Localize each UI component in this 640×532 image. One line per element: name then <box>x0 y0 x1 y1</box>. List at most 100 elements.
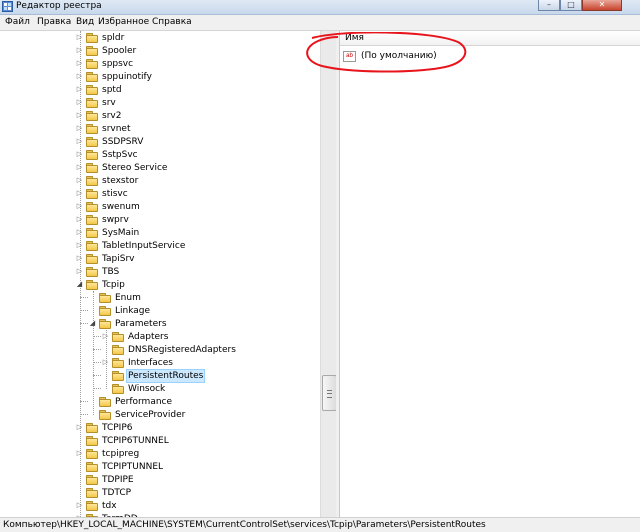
tree-item[interactable]: ▷ TBS <box>76 265 121 278</box>
close-button[interactable]: ✕ <box>582 0 622 11</box>
tree-item[interactable]: Enum <box>89 291 143 304</box>
tree-item[interactable]: ▷ SSDPSRV <box>76 135 145 148</box>
menu-edit[interactable]: Правка <box>37 17 71 27</box>
expand-arrow-icon[interactable]: ▷ <box>76 202 83 211</box>
tree-item-label: stexstor <box>102 175 139 186</box>
tree-item[interactable]: ▷ srv <box>76 96 118 109</box>
tree-item[interactable]: TDTCP <box>76 486 133 499</box>
tree-item[interactable]: ▷ swenum <box>76 200 142 213</box>
column-header-name[interactable]: Имя <box>340 31 640 46</box>
tree-item[interactable]: ▷ spldr <box>76 31 126 44</box>
tree-item[interactable]: ▷ stisvc <box>76 187 130 200</box>
tree-item[interactable]: ▷ Adapters <box>102 330 170 343</box>
tree-item[interactable]: ◢ Tcpip <box>76 278 127 291</box>
collapse-arrow-icon[interactable]: ◢ <box>89 319 96 328</box>
tree-item[interactable]: ◢ Parameters <box>89 317 169 330</box>
tree-item-label: tdx <box>102 500 117 511</box>
tree-item[interactable]: ▷ TapiSrv <box>76 252 136 265</box>
registry-key-tree[interactable]: ▷ spldr ▷ Spooler ▷ sppsvc ▷ sppuinotify ▷ sptd ▷ s… <box>0 31 320 517</box>
tree-item[interactable]: ▷ srvnet <box>76 122 133 135</box>
registry-editor-icon <box>2 1 13 12</box>
column-header-label: Имя <box>345 33 364 43</box>
tree-item[interactable]: ▷ sptd <box>76 83 124 96</box>
expand-arrow-icon[interactable]: ▷ <box>76 150 83 159</box>
tree-item[interactable]: Linkage <box>89 304 152 317</box>
window-controls: – □ ✕ <box>538 0 622 11</box>
expand-arrow-icon[interactable]: ▷ <box>76 423 83 432</box>
tree-item[interactable]: ▷ Stereo Service <box>76 161 169 174</box>
tree-item[interactable]: TCPIP6TUNNEL <box>76 434 171 447</box>
tree-item-label: srvnet <box>102 123 131 134</box>
menu-file[interactable]: Файл <box>5 17 30 27</box>
tree-connector-line <box>80 310 88 311</box>
expand-arrow-icon[interactable]: ▷ <box>76 449 83 458</box>
expand-arrow-icon[interactable]: ▷ <box>76 137 83 146</box>
tree-connector-line <box>80 323 88 324</box>
tree-item[interactable]: ▷ SstpSvc <box>76 148 140 161</box>
expand-arrow-icon[interactable]: ▷ <box>76 228 83 237</box>
expand-arrow-icon[interactable]: ▷ <box>76 241 83 250</box>
tree-item[interactable]: ▷ Spooler <box>76 44 138 57</box>
string-value-icon: ab <box>343 50 356 62</box>
expand-arrow-icon[interactable]: ▷ <box>102 358 109 367</box>
tree-item[interactable]: ▷ SysMain <box>76 226 141 239</box>
tree-item-label: stisvc <box>102 188 128 199</box>
scrollbar-thumb[interactable] <box>322 375 337 411</box>
tree-item-label: TBS <box>102 266 120 277</box>
tree-item[interactable]: Winsock <box>102 382 167 395</box>
tree-item[interactable]: ▷ TCPIP6 <box>76 421 135 434</box>
menu-favorites[interactable]: Избранное <box>98 17 149 27</box>
expand-arrow-icon[interactable]: ▷ <box>76 215 83 224</box>
tree-item[interactable]: PersistentRoutes <box>102 368 206 383</box>
expand-arrow-icon[interactable]: ▷ <box>76 124 83 133</box>
tree-item[interactable]: ▷ Interfaces <box>102 356 175 369</box>
expand-arrow-icon[interactable]: ▷ <box>76 254 83 263</box>
values-pane: Имя ab (По умолчанию) <box>340 31 640 517</box>
folder-icon <box>112 345 124 355</box>
expand-arrow-icon[interactable]: ▷ <box>76 46 83 55</box>
value-row-default[interactable]: ab (По умолчанию) <box>343 50 439 62</box>
tree-scrollbar[interactable] <box>320 31 337 517</box>
tree-item[interactable]: Performance <box>89 395 174 408</box>
expand-arrow-icon[interactable]: ▷ <box>76 176 83 185</box>
tree-item[interactable]: ▷ sppuinotify <box>76 70 154 83</box>
expand-arrow-icon[interactable]: ▷ <box>76 189 83 198</box>
maximize-button[interactable]: □ <box>560 0 582 11</box>
tree-item[interactable]: DNSRegisteredAdapters <box>102 343 238 356</box>
expand-arrow-icon[interactable]: ▷ <box>76 72 83 81</box>
folder-icon <box>86 72 98 82</box>
expand-arrow-icon[interactable]: ▷ <box>76 501 83 510</box>
expand-arrow-icon[interactable]: ▷ <box>76 33 83 42</box>
tree-item[interactable]: TCPIPTUNNEL <box>76 460 165 473</box>
tree-item[interactable]: ServiceProvider <box>89 408 187 421</box>
tree-item-label: TabletInputService <box>102 240 186 251</box>
expand-arrow-icon[interactable]: ▷ <box>76 111 83 120</box>
tree-connector-line <box>93 375 101 376</box>
tree-item[interactable]: ▷ sppsvc <box>76 57 135 70</box>
expand-arrow-icon[interactable]: ▷ <box>102 332 109 341</box>
expand-arrow-icon[interactable]: ▷ <box>76 267 83 276</box>
collapse-arrow-icon[interactable]: ◢ <box>76 280 83 289</box>
tree-item[interactable]: ▷ tcpipreg <box>76 447 141 460</box>
tree-item[interactable]: ▷ srv2 <box>76 109 123 122</box>
expand-arrow-icon[interactable]: ▷ <box>76 59 83 68</box>
expand-arrow-icon[interactable]: ▷ <box>76 85 83 94</box>
tree-item[interactable]: ▷ swprv <box>76 213 131 226</box>
expand-arrow-icon[interactable]: ▷ <box>76 98 83 107</box>
expand-arrow-icon[interactable]: ▷ <box>76 163 83 172</box>
tree-item[interactable]: ▷ stexstor <box>76 174 140 187</box>
menu-view[interactable]: Вид <box>76 17 94 27</box>
tree-item[interactable]: TDPIPE <box>76 473 136 486</box>
tree-item[interactable]: ▷ TabletInputService <box>76 239 187 252</box>
tree-item-label: Parameters <box>115 318 167 329</box>
minimize-button[interactable]: – <box>538 0 560 11</box>
tree-connector-line <box>80 401 88 402</box>
tree-item[interactable]: ▷ tdx <box>76 499 119 512</box>
folder-icon <box>86 241 98 251</box>
menu-help[interactable]: Справка <box>152 17 192 27</box>
